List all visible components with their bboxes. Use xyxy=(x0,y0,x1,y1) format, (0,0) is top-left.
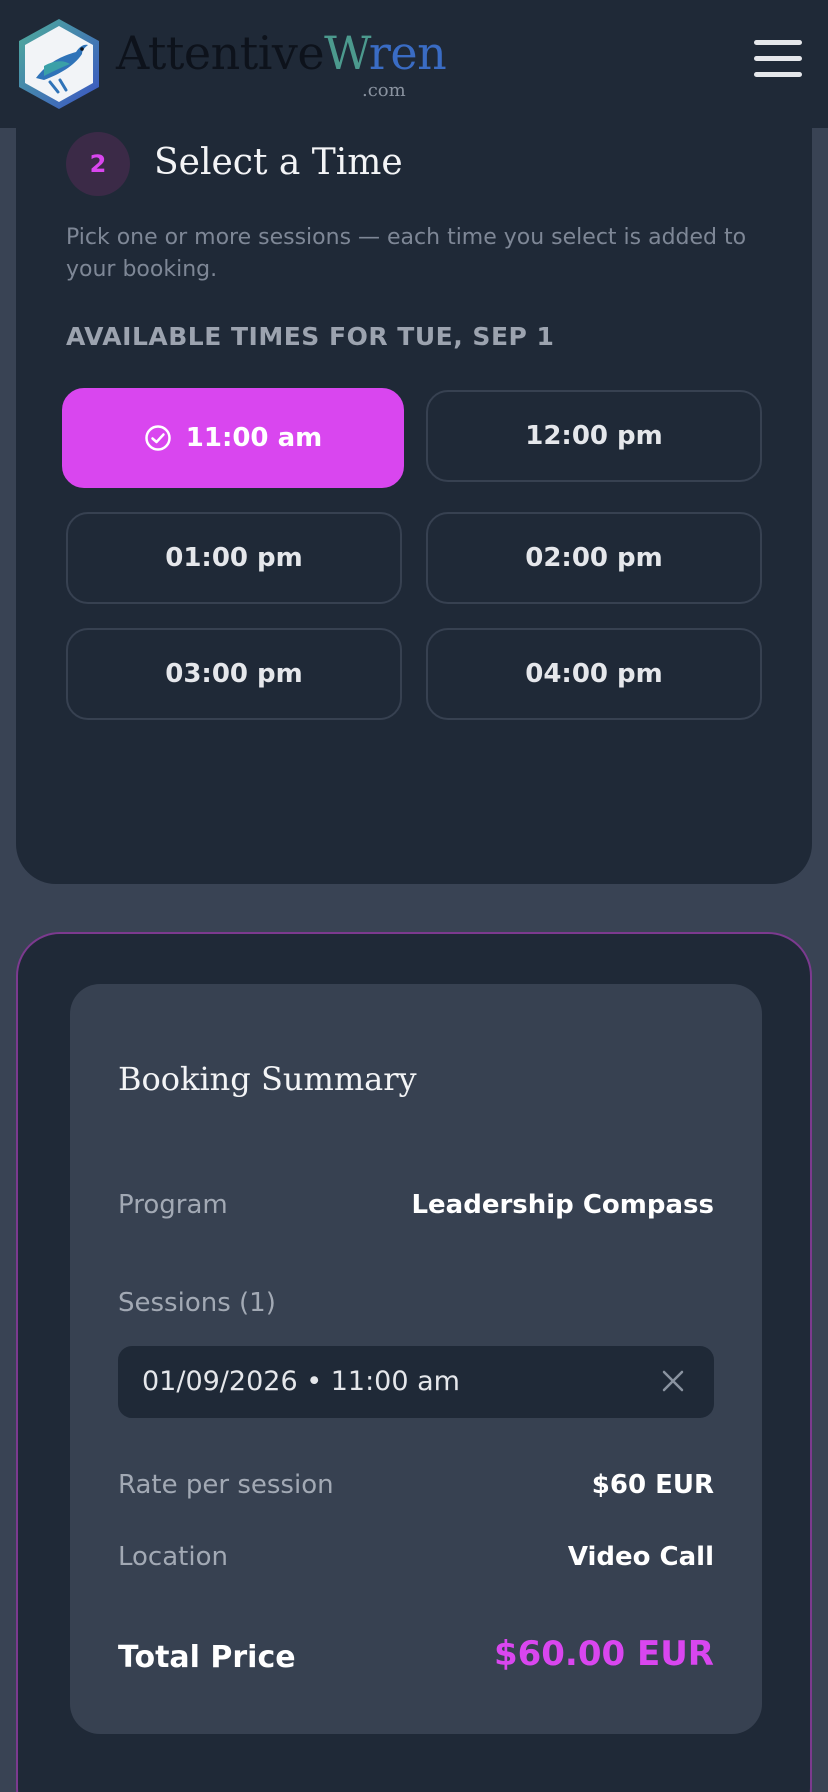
rate-label: Rate per session xyxy=(118,1470,334,1500)
step-number-badge: 2 xyxy=(66,132,130,196)
time-slot-label: 01:00 pm xyxy=(165,543,303,573)
brand-suffix: .com xyxy=(362,80,406,101)
time-slot-1200pm[interactable]: 12:00 pm xyxy=(426,390,762,482)
sessions-label: Sessions (1) xyxy=(118,1288,276,1318)
menu-line xyxy=(754,72,802,77)
program-label: Program xyxy=(118,1190,228,1220)
step-title: Select a Time xyxy=(154,142,403,183)
brand-name[interactable]: AttentiveWren xyxy=(116,30,447,76)
session-chip: 01/09/2026 • 11:00 am xyxy=(118,1346,714,1418)
available-times-label: AVAILABLE TIMES FOR TUE, SEP 1 xyxy=(66,322,555,351)
menu-line xyxy=(754,56,802,61)
booking-summary-card: Booking Summary Program Leadership Compa… xyxy=(16,932,812,1792)
booking-summary-title: Booking Summary xyxy=(118,1060,417,1098)
step-description: Pick one or more sessions — each time yo… xyxy=(66,225,747,282)
bird-logo-icon[interactable] xyxy=(14,16,104,112)
time-slot-label: 12:00 pm xyxy=(525,421,663,451)
hamburger-menu-icon[interactable] xyxy=(752,36,804,80)
session-chip-text: 01/09/2026 • 11:00 am xyxy=(142,1366,460,1397)
booking-summary-panel: Booking Summary Program Leadership Compa… xyxy=(70,984,762,1734)
time-slot-label: 03:00 pm xyxy=(165,659,303,689)
time-slot-0400pm[interactable]: 04:00 pm xyxy=(426,628,762,720)
time-slot-0100pm[interactable]: 01:00 pm xyxy=(66,512,402,604)
time-slot-label: 02:00 pm xyxy=(525,543,663,573)
app-header: AttentiveWren .com xyxy=(0,0,828,128)
time-slot-1100am[interactable]: 11:00 am xyxy=(62,388,404,488)
select-time-card: 2 Select a Time Pick one or more session… xyxy=(16,60,812,884)
brand-name-rest: ren xyxy=(368,26,447,80)
time-slot-0300pm[interactable]: 03:00 pm xyxy=(66,628,402,720)
check-circle-icon xyxy=(144,424,172,452)
menu-line xyxy=(754,40,802,45)
rate-value: $60 EUR xyxy=(591,1470,714,1500)
total-price-label: Total Price xyxy=(118,1640,296,1675)
brand-name-w: W xyxy=(324,26,369,80)
time-slot-label: 04:00 pm xyxy=(525,659,663,689)
location-value: Video Call xyxy=(567,1542,714,1572)
program-value: Leadership Compass xyxy=(411,1190,714,1220)
time-slot-label: 11:00 am xyxy=(185,423,323,453)
location-label: Location xyxy=(118,1542,228,1572)
total-price-value: $60.00 EUR xyxy=(493,1634,714,1674)
brand-name-part1: Attentive xyxy=(116,26,325,80)
close-icon[interactable] xyxy=(660,1368,686,1394)
time-slot-0200pm[interactable]: 02:00 pm xyxy=(426,512,762,604)
